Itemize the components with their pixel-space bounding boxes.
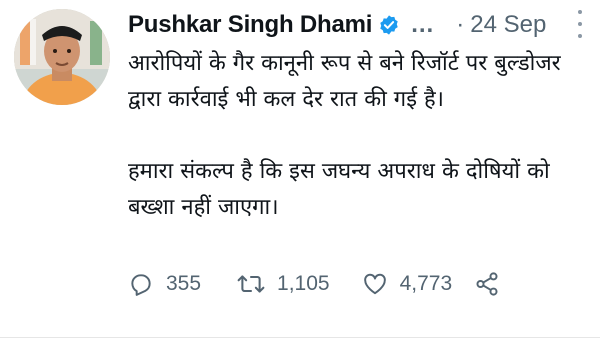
share-icon: [476, 272, 498, 296]
like-button[interactable]: 4,773: [362, 271, 453, 297]
handle-truncated[interactable]: …: [410, 11, 434, 39]
like-count: 4,773: [399, 272, 453, 295]
share-button[interactable]: [474, 271, 500, 297]
author-name[interactable]: Pushkar Singh Dhami: [128, 11, 372, 39]
tweet-header: Pushkar Singh Dhami … · 24 Sep: [128, 10, 586, 40]
tweet-card: Pushkar Singh Dhami … · 24 Sep आरोपियों …: [0, 0, 600, 338]
tweet-text: आरोपियों के गैर कानूनी रूप से बने रिजॉर्…: [128, 46, 580, 226]
separator-dot: ·: [456, 11, 465, 38]
reply-button[interactable]: 355: [128, 271, 201, 297]
retweet-count: 1,105: [277, 272, 330, 295]
more-dot: [578, 10, 582, 14]
reply-icon: [131, 274, 151, 296]
tweet-paragraph: हमारा संकल्प है कि इस जघन्य अपराध के दोष…: [128, 159, 550, 220]
heart-icon: [363, 273, 386, 295]
avatar[interactable]: [14, 9, 110, 105]
verified-badge-icon: [378, 14, 400, 36]
tweet-date[interactable]: 24 Sep: [470, 11, 546, 39]
avatar-photo: [14, 9, 110, 105]
more-options-icon[interactable]: [576, 10, 584, 38]
more-dot: [578, 34, 582, 38]
reply-count: 355: [166, 272, 202, 295]
retweet-icon: [237, 275, 265, 293]
tweet-paragraph: आरोपियों के गैर कानूनी रूप से बने रिजॉर्…: [128, 51, 561, 112]
more-dot: [578, 22, 582, 26]
retweet-button[interactable]: 1,105: [237, 271, 330, 297]
action-bar: 355 1,105 4,773: [128, 264, 500, 304]
